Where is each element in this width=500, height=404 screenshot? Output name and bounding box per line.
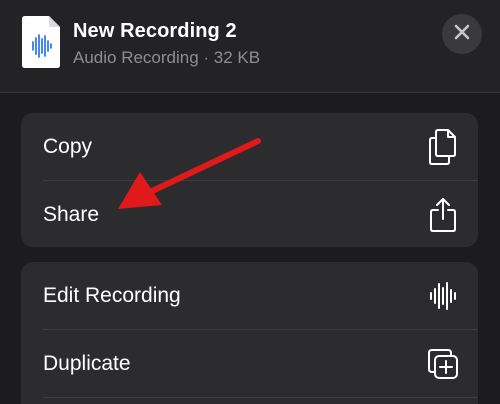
close-button[interactable] [442, 14, 482, 54]
share-sheet: New Recording 2 Audio Recording · 32 KB … [0, 0, 500, 404]
sheet-header: New Recording 2 Audio Recording · 32 KB [0, 0, 500, 93]
edit-recording-label: Edit Recording [43, 283, 181, 307]
copy-action[interactable]: Copy [21, 113, 478, 180]
menu-divider [43, 397, 478, 398]
share-icon [426, 197, 460, 232]
edit-recording-action[interactable]: Edit Recording [21, 262, 478, 329]
duplicate-icon [426, 347, 460, 381]
recording-subtitle: Audio Recording · 32 KB [73, 48, 261, 67]
menu-group-secondary: Edit Recording Duplicate [21, 262, 478, 404]
menu-group-primary: Copy Share [21, 113, 478, 247]
share-label: Share [43, 202, 100, 226]
duplicate-label: Duplicate [43, 351, 131, 375]
copy-icon [426, 128, 460, 165]
audio-file-icon [22, 16, 60, 68]
duplicate-action[interactable]: Duplicate [21, 330, 478, 397]
copy-label: Copy [43, 134, 93, 158]
close-icon [453, 23, 471, 46]
share-action[interactable]: Share [21, 181, 478, 247]
waveform-icon [426, 279, 460, 313]
recording-title: New Recording 2 [73, 20, 237, 42]
